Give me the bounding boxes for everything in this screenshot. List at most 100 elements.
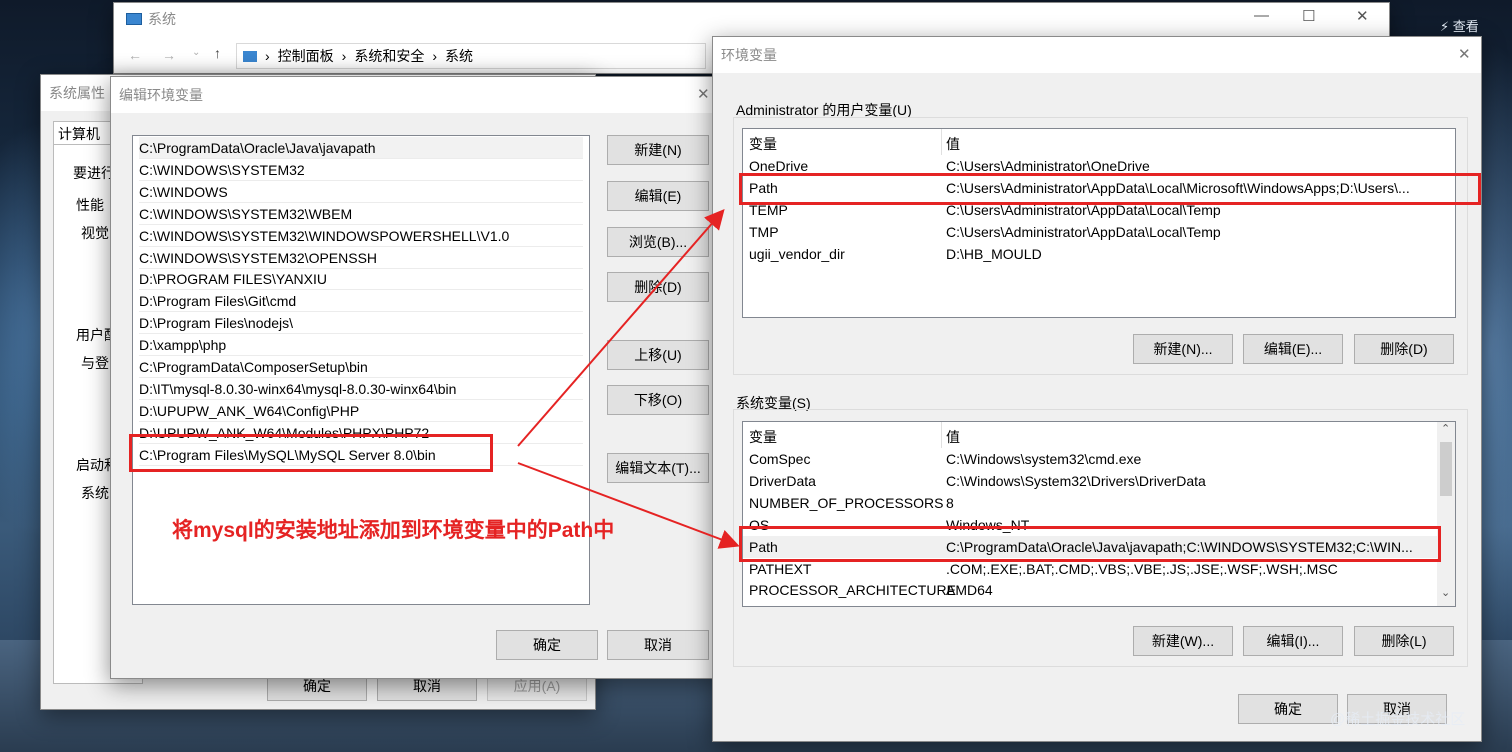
scrollbar-thumb[interactable]	[1440, 442, 1452, 496]
close-icon[interactable]: ✕	[1356, 7, 1369, 25]
variable-name: OS	[749, 516, 770, 533]
variable-name: PROCESSOR_IDENTIFIER	[749, 601, 924, 606]
path-list-item[interactable]: C:\WINDOWS	[139, 181, 583, 203]
variable-name: Path	[749, 179, 778, 196]
browse-button[interactable]: 浏览(B)...	[607, 227, 709, 257]
table-row[interactable]: Path C:\ProgramData\Oracle\Java\javapath;…	[743, 535, 1437, 558]
close-icon[interactable]: ✕	[1458, 45, 1471, 63]
tab-computer-name[interactable]: 计算机名	[53, 121, 117, 162]
computer-icon	[126, 13, 142, 25]
system-edit-button[interactable]: 编辑(I)...	[1243, 626, 1343, 656]
system-vars-table[interactable]: 变量 值 ComSpec C:\Windows\system32\cmd.exe D…	[742, 421, 1456, 607]
table-row[interactable]: OneDrive C:\Users\Administrator\OneDrive	[743, 155, 1455, 177]
table-row[interactable]: DriverData C:\Windows\System32\Drivers\Dr…	[743, 470, 1437, 492]
variable-value: C:\Windows\system32\cmd.exe	[946, 451, 1142, 467]
delete-button[interactable]: 删除(D)	[607, 272, 709, 302]
variable-value: C:\Users\Administrator\AppData\Local\Tem…	[946, 223, 1221, 240]
variable-value: .COM;.EXE;.BAT;.CMD;.VBS;.VBE;.JS;.JSE;.…	[946, 560, 1338, 577]
minimize-icon[interactable]: —	[1254, 7, 1269, 24]
column-header-value[interactable]: 值	[946, 426, 960, 448]
user-delete-button[interactable]: 删除(D)	[1354, 334, 1454, 364]
user-edit-button[interactable]: 编辑(E)...	[1243, 334, 1343, 364]
breadcrumb-item[interactable]: 控制面板	[278, 46, 334, 66]
new-button[interactable]: 新建(N)	[607, 135, 709, 165]
sysprops-text: 要进行	[73, 165, 115, 181]
variable-name: DriverData	[749, 472, 816, 489]
variable-name: TEMP	[749, 201, 788, 218]
table-row[interactable]: TEMP C:\Users\Administrator\AppData\Local…	[743, 199, 1455, 221]
table-row[interactable]: NUMBER_OF_PROCESSORS 8	[743, 492, 1437, 514]
variable-value: AMD64	[946, 582, 993, 599]
path-list-item[interactable]: D:\xampp\php	[139, 334, 583, 357]
edit-env-window: 编辑环境变量 ✕ C:\ProgramData\Oracle\Java\java…	[110, 76, 724, 679]
variable-value: Windows_NT	[946, 516, 1030, 533]
maximize-icon[interactable]: ☐	[1302, 7, 1315, 25]
table-row[interactable]: OS Windows_NT	[743, 514, 1437, 536]
sysprops-title: 系统属性	[49, 85, 105, 101]
path-list-item[interactable]: D:\IT\mysql-8.0.30-winx64\mysql-8.0.30-w…	[139, 378, 583, 400]
breadcrumb-item[interactable]: 系统	[445, 46, 473, 66]
env-vars-ok-button[interactable]: 确定	[1238, 694, 1338, 724]
breadcrumb[interactable]: › 控制面板 › 系统和安全 › 系统	[236, 43, 706, 69]
up-icon[interactable]: ↑	[214, 45, 221, 61]
close-icon[interactable]: ✕	[697, 85, 710, 103]
back-icon[interactable]: ←	[128, 47, 142, 63]
table-row[interactable]: PATHEXT .COM;.EXE;.BAT;.CMD;.VBS;.VBE;.JS…	[743, 558, 1437, 580]
move-down-button[interactable]: 下移(O)	[607, 385, 709, 415]
column-header-value[interactable]: 值	[946, 133, 960, 155]
user-new-button[interactable]: 新建(N)...	[1133, 334, 1233, 364]
edit-env-title: 编辑环境变量	[119, 87, 203, 103]
path-list-item[interactable]: C:\WINDOWS\SYSTEM32	[139, 159, 583, 181]
table-row[interactable]: TMP C:\Users\Administrator\AppData\Local\…	[743, 221, 1455, 243]
watermark: @稀土掘金技术社区	[1330, 711, 1466, 728]
path-list-item[interactable]: C:\WINDOWS\SYSTEM32\OPENSSH	[139, 247, 583, 269]
variable-name: TMP	[749, 223, 779, 240]
path-list-item[interactable]: C:\WINDOWS\SYSTEM32\WBEM	[139, 203, 583, 225]
variable-name: PATHEXT	[749, 560, 812, 577]
scroll-up-icon[interactable]: ⌃	[1441, 422, 1450, 435]
forward-icon[interactable]: →	[162, 47, 176, 63]
variable-value: Intel64 Family 6 Model 142 Stepping 10, …	[946, 601, 1280, 606]
column-header-variable[interactable]: 变量	[749, 426, 777, 448]
table-row[interactable]: PROCESSOR_ARCHITECTURE AMD64	[743, 579, 1437, 601]
system-delete-button[interactable]: 删除(L)	[1354, 626, 1454, 656]
control-panel-icon	[243, 50, 257, 62]
variable-name: OneDrive	[749, 158, 809, 174]
table-row[interactable]: Path C:\Users\Administrator\AppData\Local…	[743, 177, 1455, 199]
table-row[interactable]: ugii_vendor_dir D:\HB_MOULD	[743, 243, 1455, 265]
path-list-item[interactable]: C:\ProgramData\Oracle\Java\javapath	[139, 137, 583, 159]
variable-name: Path	[749, 538, 778, 555]
path-list-item[interactable]: D:\PROGRAM FILES\YANXIU	[139, 268, 583, 291]
table-header: 变量 值	[743, 133, 1455, 155]
column-header-variable[interactable]: 变量	[749, 133, 777, 155]
path-list-item[interactable]: D:\Program Files\nodejs\	[139, 312, 583, 335]
edit-env-ok-button[interactable]: 确定	[496, 630, 598, 660]
variable-value: C:\ProgramData\Oracle\Java\javapath;C:\W…	[946, 538, 1413, 555]
system-new-button[interactable]: 新建(W)...	[1133, 626, 1233, 656]
path-list-item[interactable]: D:\UPUPW_ANK_W64\Config\PHP	[139, 400, 583, 422]
edit-text-button[interactable]: 编辑文本(T)...	[607, 453, 709, 483]
system-var-rows: ComSpec C:\Windows\system32\cmd.exe Driver…	[743, 448, 1437, 606]
scroll-down-icon[interactable]: ⌄	[1441, 586, 1450, 599]
breadcrumb-item[interactable]: 系统和安全	[354, 46, 424, 66]
path-list-item[interactable]: C:\Program Files\MySQL\MySQL Server 8.0\…	[139, 444, 583, 466]
edit-button[interactable]: 编辑(E)	[607, 181, 709, 211]
path-list-item[interactable]: C:\WINDOWS\SYSTEM32\WINDOWSPOWERSHELL\V1…	[139, 225, 583, 247]
table-row[interactable]: ComSpec C:\Windows\system32\cmd.exe	[743, 448, 1437, 470]
variable-value: C:\Windows\System32\Drivers\DriverData	[946, 472, 1206, 489]
sysprops-text: 系统	[81, 485, 109, 501]
path-list-item[interactable]: C:\ProgramData\ComposerSetup\bin	[139, 356, 583, 378]
taskbar-search-label[interactable]: ⚡ 查看	[1440, 16, 1479, 35]
table-row[interactable]: PROCESSOR_IDENTIFIER Intel64 Family 6 Mod…	[743, 601, 1437, 606]
path-list-item[interactable]: D:\UPUPW_ANK_W64\Modules\PHPX\PHP72	[139, 422, 583, 444]
chevron-down-icon[interactable]: ⌄	[192, 47, 200, 58]
variable-name: PROCESSOR_ARCHITECTURE	[749, 582, 956, 599]
user-vars-table[interactable]: 变量 值 OneDrive C:\Users\Administrator\OneD…	[742, 128, 1456, 318]
variable-name: ComSpec	[749, 451, 811, 467]
variable-value: C:\Users\Administrator\AppData\Local\Mic…	[946, 179, 1410, 196]
edit-env-cancel-button[interactable]: 取消	[607, 630, 709, 660]
path-list-item[interactable]: D:\Program Files\Git\cmd	[139, 290, 583, 313]
move-up-button[interactable]: 上移(U)	[607, 340, 709, 370]
explorer-title: 系统	[148, 11, 176, 27]
scrollbar[interactable]: ⌃ ⌄	[1437, 422, 1455, 606]
